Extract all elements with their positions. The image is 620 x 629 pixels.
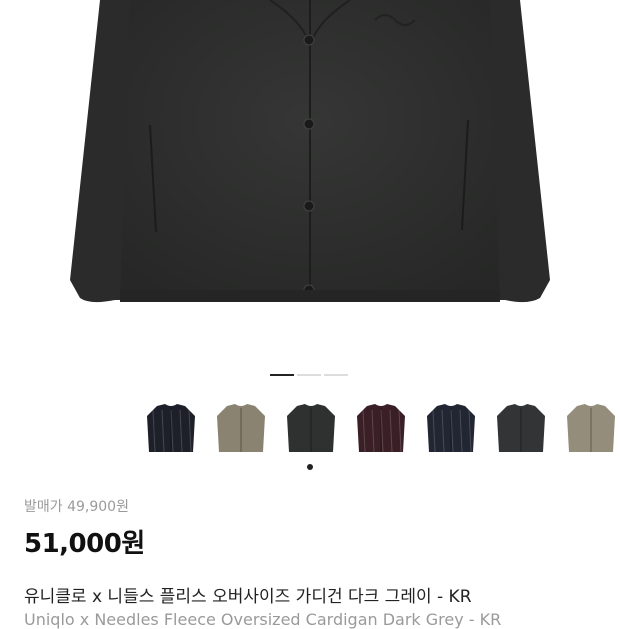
selected-variant-dot	[307, 464, 313, 470]
gallery-indicator[interactable]	[270, 374, 348, 376]
cardigan-thumbnail-icon	[427, 404, 475, 453]
variant-thumbnail[interactable]	[283, 402, 339, 458]
variant-thumbnail[interactable]	[353, 402, 409, 458]
cardigan-thumbnail-icon	[287, 404, 335, 452]
product-price: 51,000원	[24, 529, 145, 559]
variant-thumbnail[interactable]	[493, 402, 549, 458]
gallery-indicator-active[interactable]	[270, 374, 294, 376]
gallery-indicator-bar[interactable]	[324, 374, 348, 376]
cardigan-thumbnail-icon	[147, 404, 195, 453]
variant-thumbnail[interactable]	[423, 402, 479, 458]
variant-thumbnail[interactable]	[213, 402, 269, 458]
variant-thumbnail[interactable]	[143, 402, 199, 458]
variant-thumbnail[interactable]	[563, 402, 619, 458]
variant-thumbnail-list	[0, 402, 620, 458]
cardigan-image	[70, 0, 550, 303]
product-main-image[interactable]	[0, 0, 620, 360]
release-price: 발매가 49,900원	[24, 499, 129, 515]
gallery-indicator-bar[interactable]	[297, 374, 321, 376]
cardigan-thumbnail-icon	[357, 404, 405, 453]
cardigan-thumbnail-icon	[217, 404, 265, 452]
cardigan-thumbnail-icon	[567, 404, 615, 452]
product-title-ko: 유니클로 x 니들스 플리스 오버사이즈 가디건 다크 그레이 - KR	[24, 587, 472, 607]
cardigan-thumbnail-icon	[497, 404, 545, 452]
